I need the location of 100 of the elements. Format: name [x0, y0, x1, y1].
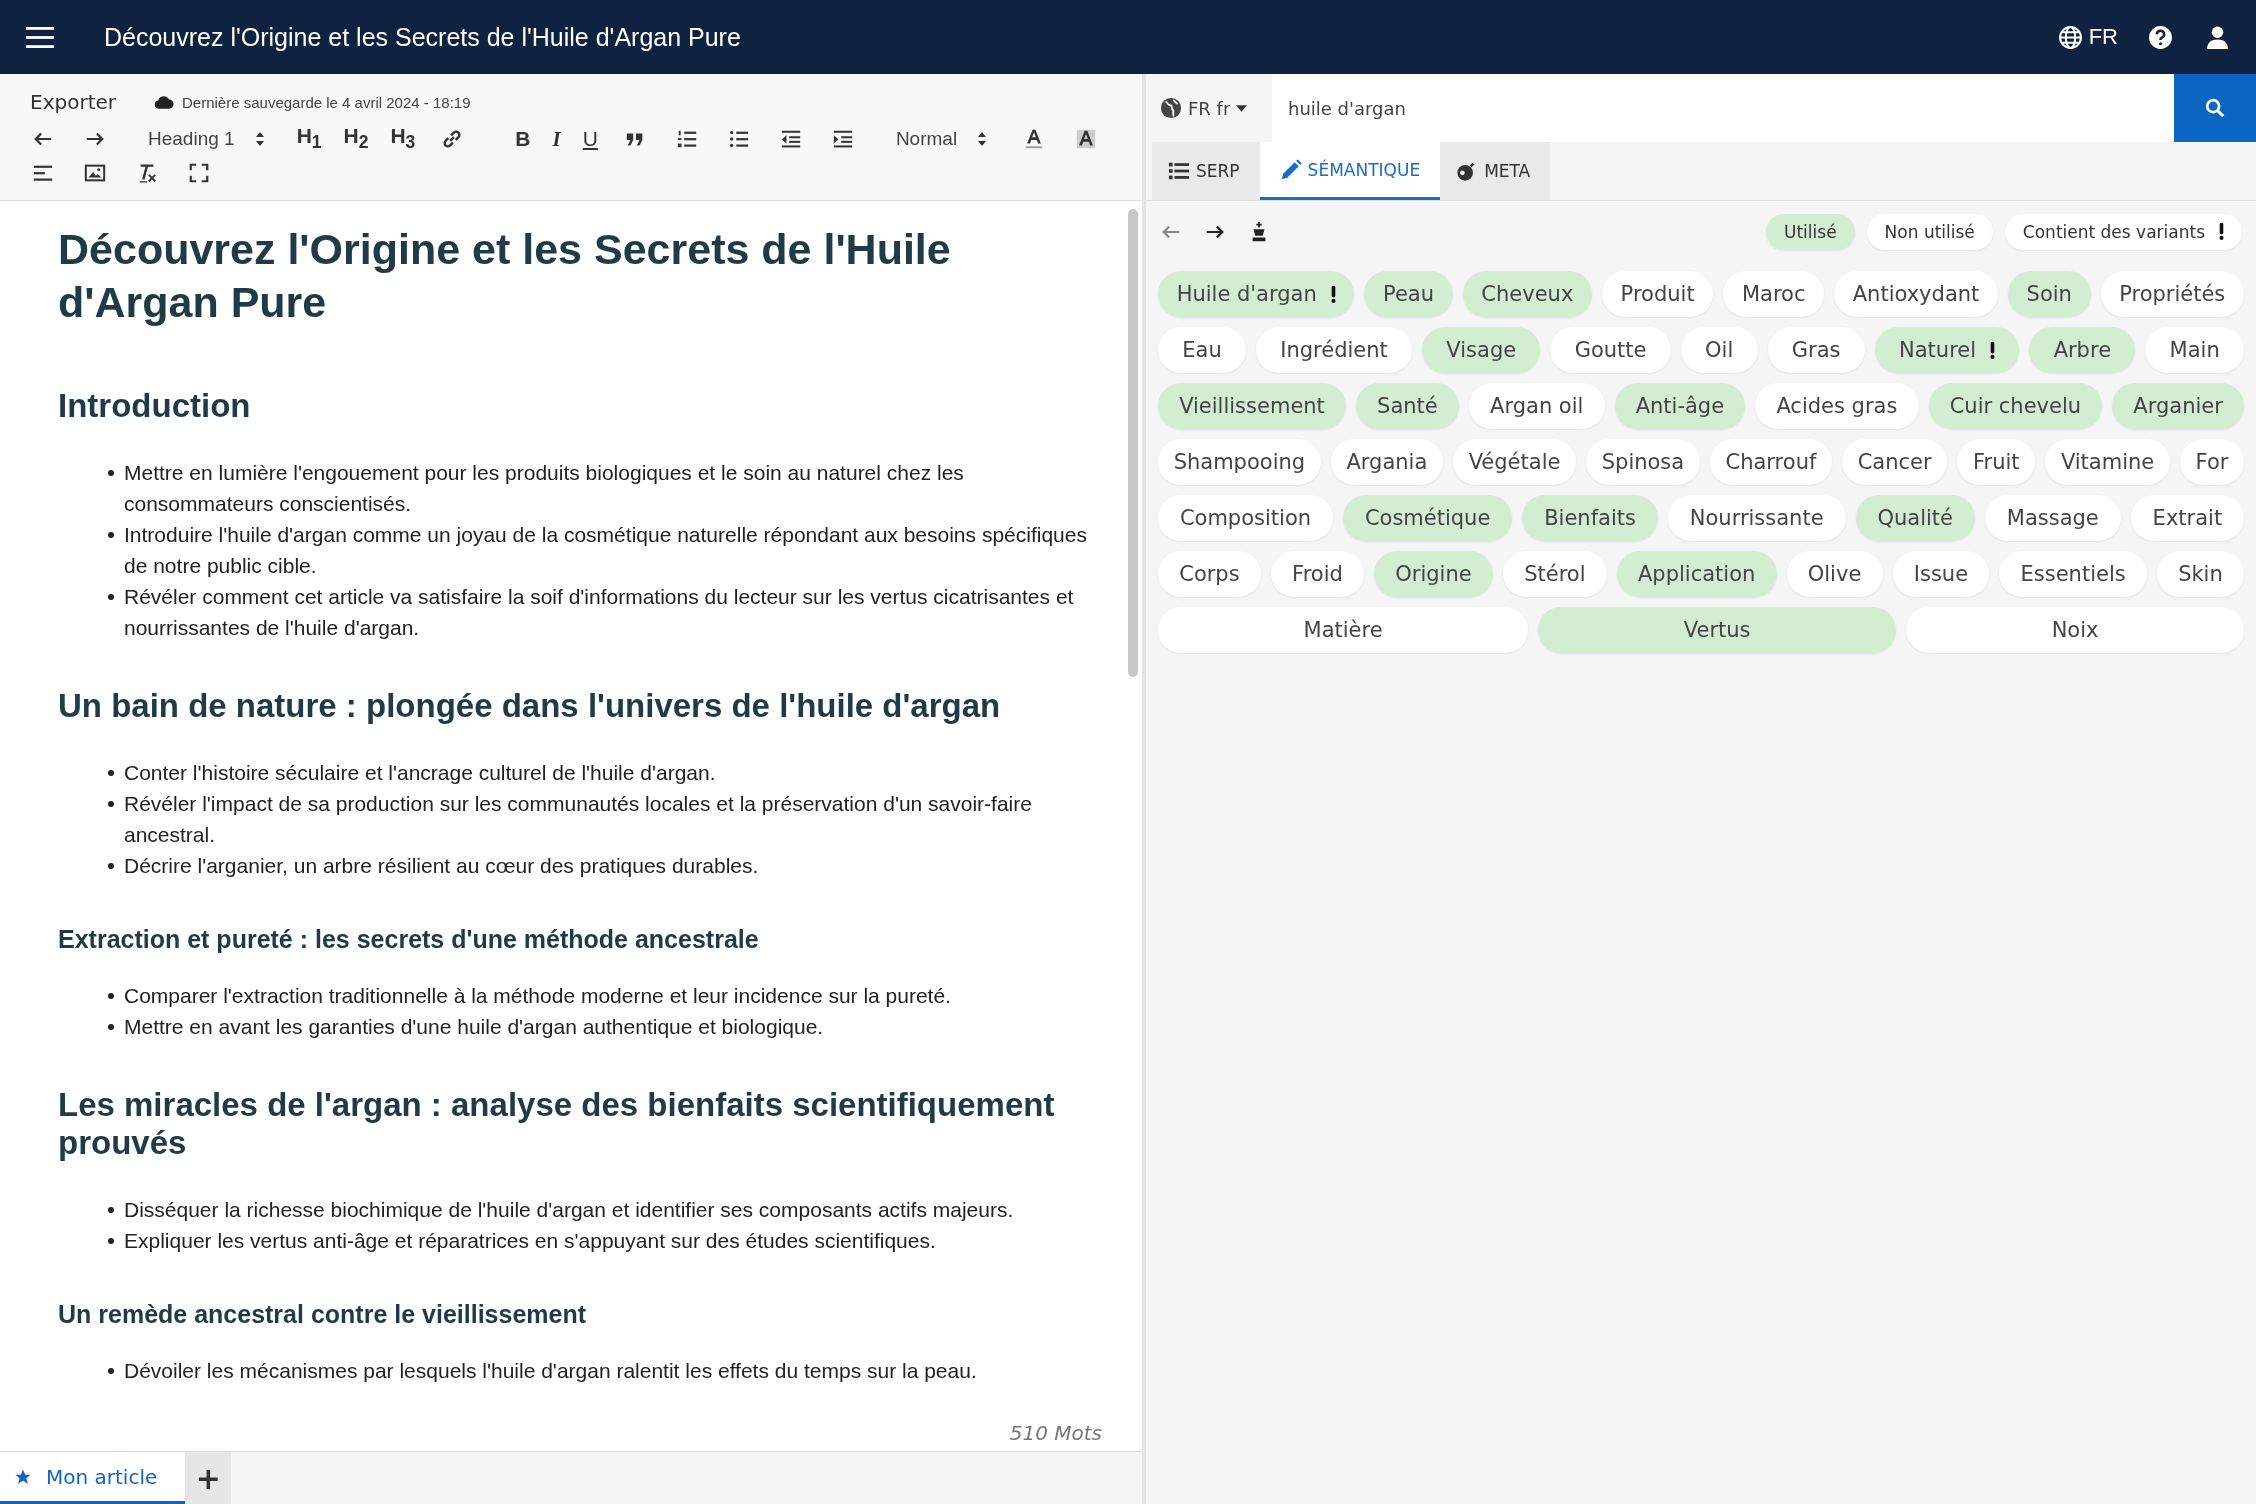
- keyword-chip[interactable]: Propriétés: [2100, 271, 2244, 317]
- keyword-chip[interactable]: Essentiels: [1999, 551, 2147, 597]
- help-icon[interactable]: [2148, 24, 2173, 50]
- keyword-chip[interactable]: Argan oil: [1468, 383, 1605, 429]
- keyword-chip[interactable]: Eau: [1158, 327, 1246, 373]
- format-button[interactable]: H$_{3}$: [386, 124, 420, 154]
- keyword-chip[interactable]: Santé: [1356, 383, 1459, 429]
- panel-tab[interactable]: SÉMANTIQUE: [1259, 142, 1441, 200]
- keyword-chip[interactable]: Soin: [2007, 271, 2091, 317]
- filter-chip[interactable]: Utilisé: [1766, 214, 1855, 250]
- keyword-chip[interactable]: Vitamine: [2045, 439, 2170, 485]
- keyword-chip[interactable]: Nourrissante: [1667, 495, 1846, 541]
- language-label[interactable]: FR: [2088, 24, 2118, 50]
- keyword-chip[interactable]: Végétale: [1452, 439, 1577, 485]
- keyword-chip[interactable]: Acides gras: [1755, 383, 1919, 429]
- indent-icon[interactable]: [831, 128, 854, 150]
- keyword-chip[interactable]: Goutte: [1550, 327, 1671, 373]
- list-icon: [1168, 160, 1190, 182]
- keyword-chip[interactable]: Huile d'argan: [1158, 271, 1355, 317]
- keyword-chip[interactable]: Visage: [1422, 327, 1541, 373]
- export-button[interactable]: Exporter: [24, 90, 124, 114]
- bullet-text: Expliquer les vertus anti-âge et réparatrices en s'appuyant sur des études scientifiques.: [124, 1228, 936, 1254]
- ol-icon[interactable]: [675, 128, 698, 150]
- bullet-text: Conter l'histoire séculaire et l'ancrage culturel de l'huile d'argan.: [124, 760, 716, 786]
- filter-chip[interactable]: Non utilisé: [1866, 214, 1993, 250]
- format-select[interactable]: Heading 1: [128, 128, 279, 150]
- format-button[interactable]: U: [578, 127, 602, 151]
- keyword-chip[interactable]: Vertus: [1538, 607, 1897, 653]
- panel-tab[interactable]: SERP: [1152, 142, 1260, 200]
- keyword-chip[interactable]: Corps: [1158, 551, 1261, 597]
- fullscreen-icon[interactable]: [188, 162, 210, 184]
- keyword-chip[interactable]: Qualité: [1855, 495, 1975, 541]
- keyword-chip[interactable]: Cuir chevelu: [1928, 383, 2103, 429]
- section-heading: Les miracles de l'argan : analyse des bienfaits scientifiquement prouvés: [58, 1086, 1056, 1162]
- keyword-chip[interactable]: Froid: [1270, 551, 1365, 597]
- keyword-chip[interactable]: Fruit: [1957, 439, 2036, 485]
- scrollbar[interactable]: [1128, 209, 1138, 677]
- keyword-chip[interactable]: Application: [1616, 551, 1777, 597]
- globe-icon[interactable]: [2057, 24, 2083, 50]
- keyword-field[interactable]: huile d'argan: [1272, 74, 2174, 142]
- keyword-chip[interactable]: Skin: [2156, 551, 2244, 597]
- format-button[interactable]: H$_{1}$: [292, 124, 326, 154]
- word-count: 510 Mots: [1009, 1421, 1102, 1445]
- keyword-chip[interactable]: Origine: [1374, 551, 1493, 597]
- menu-icon[interactable]: [26, 26, 54, 48]
- keyword-chip[interactable]: Charrouf: [1709, 439, 1833, 485]
- keyword-chip[interactable]: Composition: [1158, 495, 1333, 541]
- bg-icon[interactable]: [1075, 128, 1098, 150]
- keyword-chip[interactable]: Vieillissement: [1158, 383, 1346, 429]
- keyword-chip[interactable]: Olive: [1786, 551, 1883, 597]
- keyword-chip[interactable]: Arbre: [2029, 327, 2136, 373]
- keyword-chip[interactable]: Naturel: [1874, 327, 2020, 373]
- keyword-chip[interactable]: Spinosa: [1586, 439, 1700, 485]
- outdent-icon[interactable]: [779, 128, 802, 150]
- keyword-chip[interactable]: Main: [2145, 327, 2244, 373]
- filter-chip[interactable]: Contient des variants: [2004, 214, 2242, 250]
- keyword-chip[interactable]: Produit: [1601, 271, 1714, 317]
- subsection-heading: Extraction et pureté : les secrets d'une méthode ancestrale: [58, 925, 760, 954]
- keyword-chip[interactable]: Arganier: [2112, 383, 2244, 429]
- keyword-chip[interactable]: Issue: [1892, 551, 1990, 597]
- image-icon[interactable]: [84, 162, 106, 184]
- keyword-chip[interactable]: Noix: [1906, 607, 2244, 653]
- keyword-chip[interactable]: For: [2179, 439, 2245, 485]
- keyword-chip[interactable]: Ingrédient: [1256, 327, 1413, 373]
- bullet-text: Disséquer la richesse biochimique de l'huile d'argan et identifier ses composants actifs majeurs.: [124, 1197, 1014, 1223]
- keyword-chip[interactable]: Bienfaits: [1522, 495, 1658, 541]
- document-heading: Découvrez l'Origine et les Secrets de l'Huile d'Argan Pure: [58, 224, 952, 328]
- keyword-chip[interactable]: Stérol: [1502, 551, 1607, 597]
- format-button[interactable]: B: [511, 127, 535, 151]
- keyword-chip[interactable]: Argania: [1330, 439, 1443, 485]
- keyword-chip[interactable]: Cancer: [1842, 439, 1948, 485]
- keyword-chip[interactable]: Peau: [1364, 271, 1453, 317]
- keyword-chip[interactable]: Maroc: [1723, 271, 1825, 317]
- keyword-chip[interactable]: Cosmétique: [1343, 495, 1513, 541]
- keyword-chip[interactable]: Matière: [1158, 607, 1529, 653]
- keyword-chip[interactable]: Antioxydant: [1834, 271, 1998, 317]
- bullet-text: Dévoiler les mécanismes par lesquels l'huile d'argan ralentit les effets du temps sur la peau.: [124, 1358, 977, 1384]
- keyword-chip[interactable]: Cheveux: [1462, 271, 1592, 317]
- format-select[interactable]: Normal: [875, 128, 1002, 150]
- keyword-chip[interactable]: Oil: [1680, 327, 1758, 373]
- ul-icon[interactable]: [727, 128, 750, 150]
- bullet-text: Décrire l'arganier, un arbre résilient au cœur des pratiques durables.: [124, 853, 759, 879]
- user-icon[interactable]: [2205, 24, 2230, 50]
- format-button[interactable]: I: [548, 126, 565, 152]
- caret-icon: [1236, 104, 1248, 112]
- keyword-chip[interactable]: Gras: [1767, 327, 1865, 373]
- article-tab[interactable]: Mon article: [0, 1452, 186, 1504]
- pencil-icon: [1279, 158, 1302, 181]
- search-button[interactable]: [2174, 74, 2256, 142]
- add-tab-button[interactable]: +: [185, 1452, 232, 1504]
- bullet-icon: [108, 594, 114, 600]
- keyword-chip[interactable]: Massage: [1984, 495, 2121, 541]
- keyword-chip[interactable]: Shampooing: [1158, 439, 1321, 485]
- bullet-text: Comparer l'extraction traditionnelle à la méthode moderne et leur incidence sur la pureté.: [124, 983, 951, 1009]
- document-title: Découvrez l'Origine et les Secrets de l'Huile d'Argan Pure: [104, 22, 741, 52]
- format-button[interactable]: H$_{2}$: [339, 124, 373, 154]
- keyword-chip[interactable]: Anti-âge: [1614, 383, 1746, 429]
- bullet-icon: [108, 470, 114, 476]
- keyword-chip[interactable]: Extrait: [2130, 495, 2245, 541]
- panel-tab[interactable]: META: [1440, 142, 1551, 200]
